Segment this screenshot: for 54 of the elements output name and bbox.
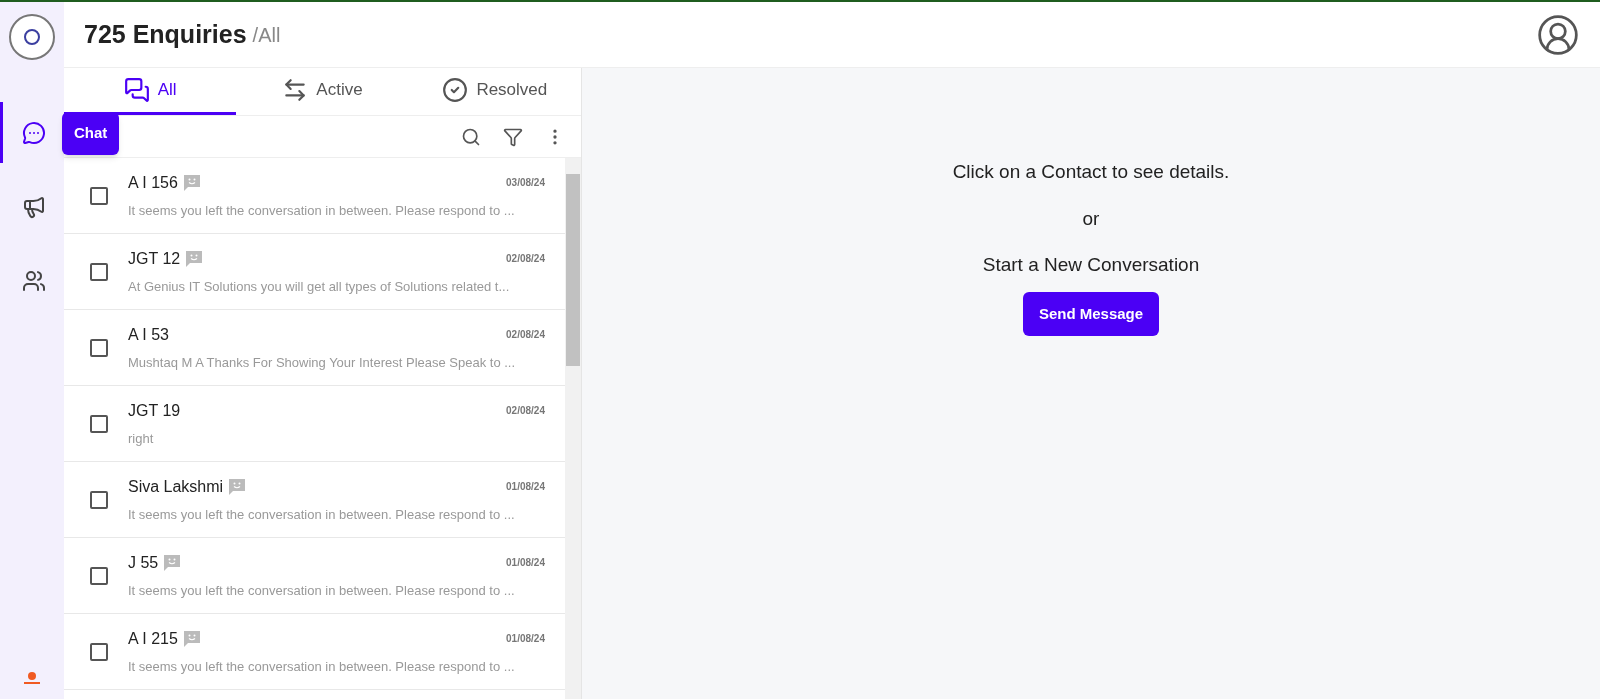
contact-name: A I 53 [128, 324, 169, 345]
message-date: 02/08/24 [506, 328, 545, 343]
message-preview: It seems you left the conversation in between. Please respond to ... [128, 201, 516, 220]
conversation-row[interactable]: J 55 01/08/24 It seems you left the conversation in between. Please respond to ... [64, 538, 565, 614]
or-text: or [1082, 206, 1100, 231]
search-icon[interactable] [461, 126, 481, 147]
message-preview: It seems you left the conversation in between. Please respond to ... [128, 505, 516, 524]
check-circle-icon [442, 77, 469, 103]
contact-name: JGT 19 [128, 400, 181, 421]
message-preview: It seems you left the conversation in between. Please respond to ... [128, 657, 516, 676]
message-date: 01/08/24 [506, 480, 545, 495]
scrollbar[interactable] [565, 158, 581, 699]
conversation-row[interactable]: A I 156 03/08/24 It seems you left the conversation in between. Please respond to ... [64, 158, 565, 234]
tooltip: Chat [62, 112, 120, 155]
contact-name: J 55 [128, 552, 159, 573]
filter-icon[interactable] [503, 126, 523, 147]
logo-icon [9, 14, 55, 60]
message-date: 02/08/24 [506, 404, 545, 419]
conversation-row[interactable]: A I 215 01/08/24 It seems you left the conversation in between. Please respond to ... [64, 614, 565, 690]
checkbox[interactable] [90, 186, 108, 205]
contact-name: JGT 12 [128, 248, 181, 269]
message-date: 03/08/24 [506, 176, 545, 191]
checkbox[interactable] [90, 414, 108, 433]
empty-state-heading: Start a New Conversation [982, 253, 1200, 277]
message-date: 02/08/24 [506, 252, 545, 267]
contact-name: A I 215 [128, 628, 178, 649]
message-date: 01/08/24 [506, 556, 545, 571]
checkbox[interactable] [90, 566, 108, 585]
brand-logo-icon [22, 671, 42, 685]
checkbox[interactable] [90, 490, 108, 509]
page-title: 725 Enquiries [84, 18, 247, 50]
conversation-row[interactable]: JGT 12 02/08/24 At Genius IT Solutions you will get all types of Solutions related t... [64, 234, 565, 310]
tab[interactable]: Resolved [408, 68, 581, 115]
chat-bubbles-icon [123, 77, 150, 103]
empty-state-text: Click on a Contact to see details. [952, 160, 1230, 184]
user-avatar-icon[interactable] [1536, 12, 1580, 57]
message-preview: At Genius IT Solutions you will get all types of Solutions related t... [128, 277, 511, 296]
checkbox[interactable] [90, 262, 108, 281]
tab[interactable]: All [64, 68, 237, 115]
checkbox[interactable] [90, 642, 108, 661]
conversation-row[interactable]: Siva Lakshmi 01/08/24 It seems you left the conversation in between. Please respond to ... [64, 462, 565, 538]
message-preview: Mushtaq M A Thanks For Showing Your Interest Please Speak to ... [128, 353, 517, 372]
chat-bubble-icon [21, 120, 46, 145]
checkbox[interactable] [90, 338, 108, 357]
megaphone-icon [21, 194, 46, 219]
message-preview: It seems you left the conversation in between. Please respond to ... [128, 581, 516, 600]
send-message-button[interactable]: Send Message [1022, 291, 1160, 336]
contact-name: A I 156 [128, 172, 178, 193]
tab[interactable]: Active [236, 68, 409, 115]
contact-name: Siva Lakshmi [128, 476, 224, 497]
message-date: 01/08/24 [506, 632, 545, 647]
message-preview: right [128, 429, 155, 448]
page-subtitle: /All [252, 22, 281, 48]
users-icon [21, 268, 46, 293]
